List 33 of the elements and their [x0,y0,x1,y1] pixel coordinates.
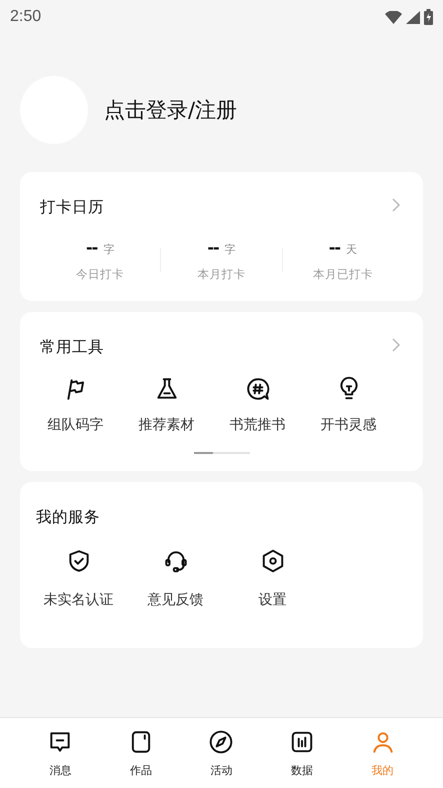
signal-icon [406,10,420,24]
stat-unit: 字 [103,242,114,257]
stat-unit: 天 [346,242,357,257]
nav-tab[interactable]: 作品 [120,718,162,788]
service-label[interactable]: 未实名认证 [44,591,114,609]
status-time: 2:50 [10,8,42,26]
card-title: 我的服务 [36,507,100,528]
stat-value: -- [207,238,219,257]
chevron-right-icon[interactable] [391,338,401,352]
nav-tab[interactable]: 数据 [281,718,324,788]
card-title: 常用工具 [40,337,104,358]
stat-value: -- [86,238,98,257]
service-label[interactable]: 意见反馈 [148,591,204,609]
wifi-icon [385,10,402,24]
hashtag-bubble-icon [244,376,270,402]
stat-label: 今日打卡 [76,267,124,282]
stat-value: -- [328,238,340,257]
nav-tab[interactable]: 活动 [200,718,242,788]
compass-icon [208,728,234,754]
tool-label[interactable]: 组队码字 [48,416,104,434]
service-label[interactable]: 设置 [258,591,286,609]
card-title: 打卡日历 [40,197,104,218]
stat-label: 本月已打卡 [312,267,373,282]
stat-label: 本月打卡 [197,267,246,282]
tool-label[interactable]: 书荒推书 [230,416,286,434]
tool-label[interactable]: 开书灵感 [320,416,376,434]
nav-tab[interactable]: 消息 [39,718,82,788]
scroll-indicator [194,452,250,454]
chevron-right-icon[interactable] [391,198,401,212]
battery-icon [424,9,433,25]
tool-label[interactable]: 推荐素材 [138,416,194,434]
login-register-link[interactable]: 点击登录/注册 [104,96,238,124]
stat-unit: 字 [224,242,236,257]
